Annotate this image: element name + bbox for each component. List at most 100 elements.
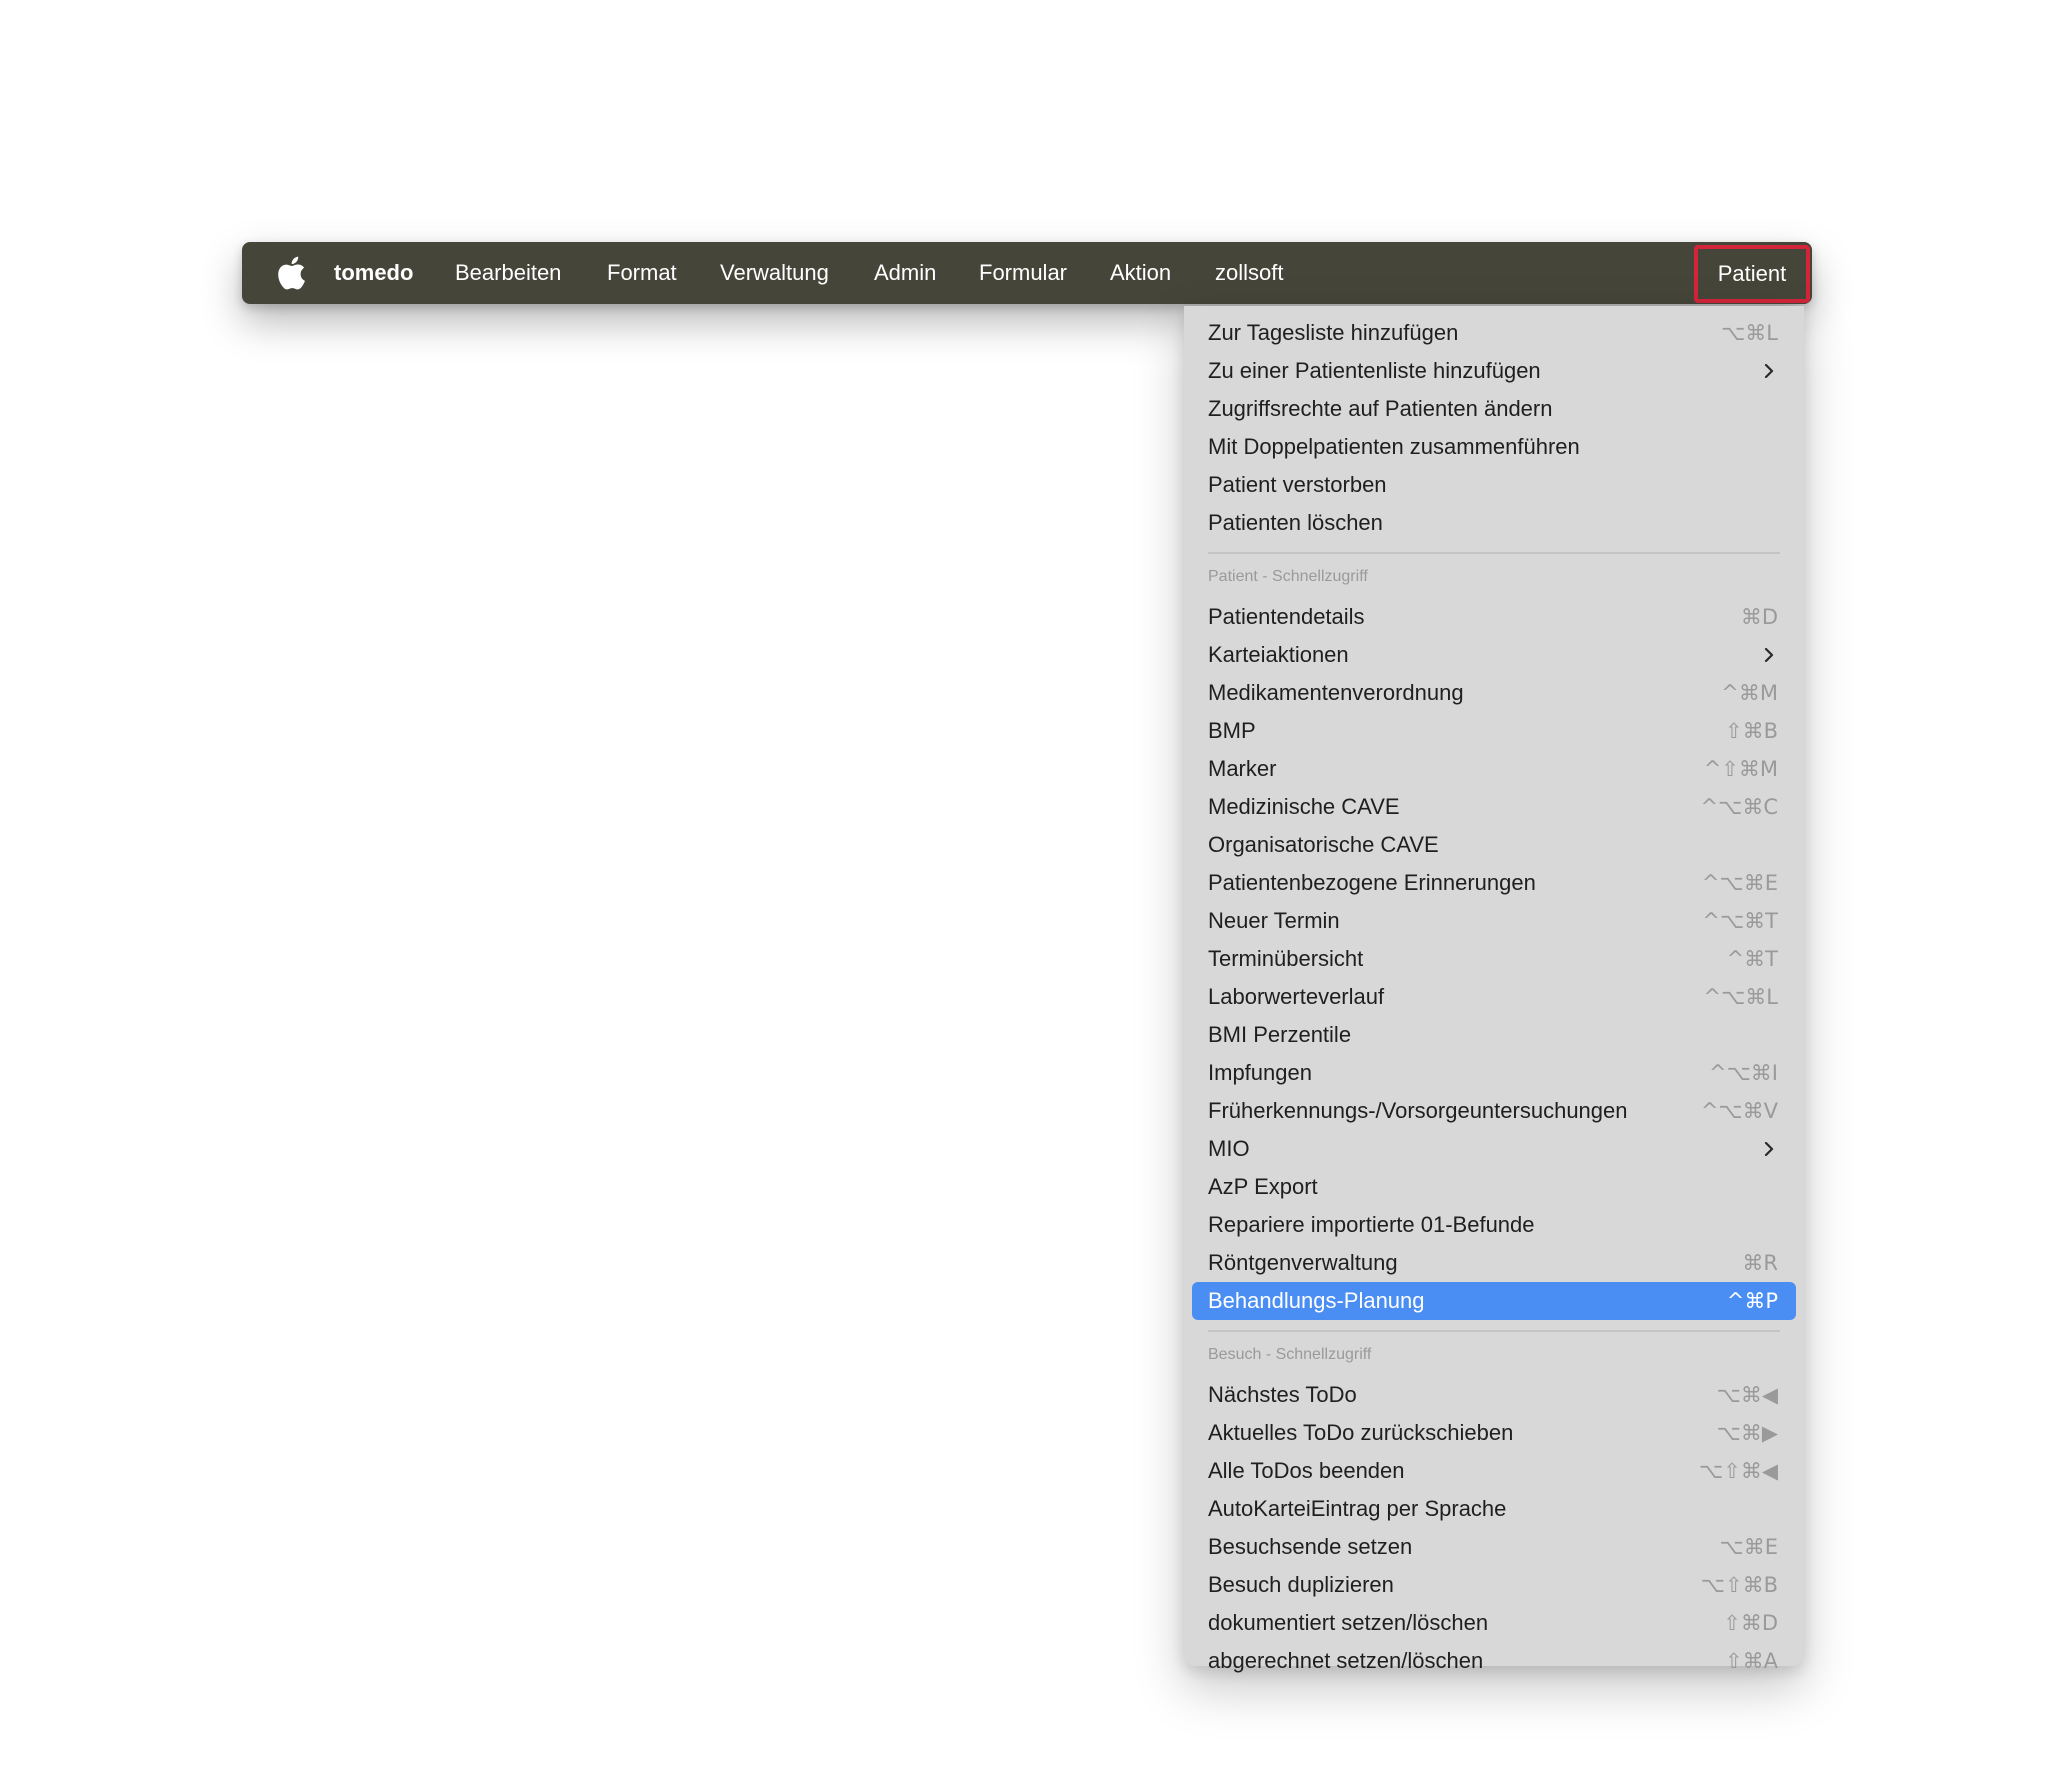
menu-item-besuch-duplizieren[interactable]: Besuch duplizieren ⌥⇧⌘B <box>1192 1566 1796 1604</box>
menu-item-roentgenverwaltung[interactable]: Röntgenverwaltung ⌘R <box>1192 1244 1796 1282</box>
menu-item-shortcut: ⌘D <box>1740 605 1778 629</box>
menu-item-mio[interactable]: MIO <box>1192 1130 1796 1168</box>
menu-item-label: Marker <box>1208 756 1277 781</box>
menu-separator <box>1208 552 1780 554</box>
menu-item-label: Terminübersicht <box>1208 946 1364 971</box>
section-header-besuch: Besuch - Schnellzugriff <box>1208 1346 1372 1363</box>
menu-separator <box>1208 1330 1780 1332</box>
menu-item-autokarteieintrag[interactable]: AutoKarteiEintrag per Sprache <box>1192 1490 1796 1528</box>
menu-admin[interactable]: Admin <box>874 242 936 304</box>
menu-app-tomedo[interactable]: tomedo <box>334 242 413 304</box>
menu-item-shortcut: ⌥⌘◀ <box>1716 1383 1778 1407</box>
menu-item-alle-todos-beenden[interactable]: Alle ToDos beenden ⌥⇧⌘◀ <box>1192 1452 1796 1490</box>
menu-item-shortcut: ⌥⇧⌘B <box>1700 1573 1778 1597</box>
menu-item-label: Impfungen <box>1208 1060 1312 1085</box>
menu-item-zur-tagesliste[interactable]: Zur Tagesliste hinzufügen ⌥⌘L <box>1192 314 1796 352</box>
menu-item-vorsorgeuntersuchungen[interactable]: Früherkennungs-/Vorsorgeuntersuchungen ^… <box>1192 1092 1796 1130</box>
menu-item-dokumentiert[interactable]: dokumentiert setzen/löschen ⇧⌘D <box>1192 1604 1796 1642</box>
chevron-right-icon <box>1764 364 1774 378</box>
menu-bearbeiten[interactable]: Bearbeiten <box>455 242 561 304</box>
menu-item-shortcut: ⌥⌘L <box>1721 321 1778 345</box>
menu-item-laborwerteverlauf[interactable]: Laborwerteverlauf ^⌥⌘L <box>1192 978 1796 1016</box>
menu-item-shortcut: ⇧⌘A <box>1725 1649 1778 1673</box>
apple-logo-icon[interactable] <box>276 255 306 291</box>
menu-item-shortcut: ^⌥⌘L <box>1703 985 1779 1009</box>
menu-item-label: Laborwerteverlauf <box>1208 984 1385 1009</box>
menu-item-label: Patientendetails <box>1208 604 1365 629</box>
menu-item-label: BMI Perzentile <box>1208 1022 1352 1047</box>
chevron-right-icon <box>1764 1142 1774 1156</box>
menu-format[interactable]: Format <box>607 242 677 304</box>
menu-item-doppelpatienten[interactable]: Mit Doppelpatienten zusammenführen <box>1192 428 1796 466</box>
menu-item-label: Medikamentenverordnung <box>1208 680 1464 705</box>
menu-item-patient-verstorben[interactable]: Patient verstorben <box>1192 466 1796 504</box>
menu-item-label: Mit Doppelpatienten zusammenführen <box>1208 434 1580 459</box>
menu-item-label: AzP Export <box>1208 1174 1318 1199</box>
menu-item-shortcut: ^⌥⌘V <box>1700 1099 1778 1123</box>
section-header-patient: Patient - Schnellzugriff <box>1208 568 1368 585</box>
menu-bar: tomedo Bearbeiten Format Verwaltung Admi… <box>242 242 1812 304</box>
menu-item-shortcut: ^⌥⌘I <box>1709 1061 1778 1085</box>
menu-item-shortcut: ⇧⌘D <box>1723 1611 1778 1635</box>
menu-item-patienten-loeschen[interactable]: Patienten löschen <box>1192 504 1796 542</box>
menu-item-label: Karteiaktionen <box>1208 642 1349 667</box>
menu-item-bmp[interactable]: BMP ⇧⌘B <box>1192 712 1796 750</box>
menu-item-label: Zu einer Patientenliste hinzufügen <box>1208 358 1541 383</box>
menu-item-todo-zurueckschieben[interactable]: Aktuelles ToDo zurückschieben ⌥⌘▶ <box>1192 1414 1796 1452</box>
menu-item-bmi-perzentile[interactable]: BMI Perzentile <box>1192 1016 1796 1054</box>
menu-item-label: AutoKarteiEintrag per Sprache <box>1208 1496 1507 1521</box>
menu-item-label: Repariere importierte 01-Befunde <box>1208 1212 1535 1237</box>
menu-item-organisatorische-cave[interactable]: Organisatorische CAVE <box>1192 826 1796 864</box>
menu-item-label: Patient verstorben <box>1208 472 1387 497</box>
menu-item-shortcut: ⌘R <box>1742 1251 1778 1275</box>
menu-item-label: Patientenbezogene Erinnerungen <box>1208 870 1536 895</box>
menu-item-patientenliste[interactable]: Zu einer Patientenliste hinzufügen <box>1192 352 1796 390</box>
menu-item-besuchsende-setzen[interactable]: Besuchsende setzen ⌥⌘E <box>1192 1528 1796 1566</box>
menu-item-label: Alle ToDos beenden <box>1208 1458 1405 1483</box>
menu-item-shortcut: ^⌘T <box>1726 947 1778 971</box>
menu-item-label: MIO <box>1208 1136 1250 1161</box>
menu-item-terminuebersicht[interactable]: Terminübersicht ^⌘T <box>1192 940 1796 978</box>
menu-aktion[interactable]: Aktion <box>1110 242 1171 304</box>
menu-item-label: Früherkennungs-/Vorsorgeuntersuchungen <box>1208 1098 1628 1123</box>
menu-item-shortcut: ⌥⌘▶ <box>1716 1421 1778 1445</box>
menu-item-shortcut: ^⇧⌘M <box>1703 757 1778 781</box>
menu-item-label: Behandlungs-Planung <box>1208 1288 1425 1313</box>
menu-item-label: Aktuelles ToDo zurückschieben <box>1208 1420 1514 1445</box>
menu-item-azp-export[interactable]: AzP Export <box>1192 1168 1796 1206</box>
menu-item-shortcut: ^⌥⌘E <box>1701 871 1778 895</box>
menu-item-medikamentenverordnung[interactable]: Medikamentenverordnung ^⌘M <box>1192 674 1796 712</box>
chevron-right-icon <box>1764 648 1774 662</box>
menu-item-label: dokumentiert setzen/löschen <box>1208 1610 1489 1635</box>
menu-item-label: Zur Tagesliste hinzufügen <box>1208 320 1459 345</box>
menu-item-label: Nächstes ToDo <box>1208 1382 1357 1407</box>
menu-patient-active[interactable]: Patient <box>1694 245 1810 303</box>
menu-item-medizinische-cave[interactable]: Medizinische CAVE ^⌥⌘C <box>1192 788 1796 826</box>
menu-verwaltung[interactable]: Verwaltung <box>720 242 829 304</box>
menu-item-label: Patienten löschen <box>1208 510 1383 535</box>
menu-item-naechstes-todo[interactable]: Nächstes ToDo ⌥⌘◀ <box>1192 1376 1796 1414</box>
menu-item-shortcut: ^⌘P <box>1726 1289 1778 1313</box>
menu-item-repariere-befunde[interactable]: Repariere importierte 01-Befunde <box>1192 1206 1796 1244</box>
menu-zollsoft[interactable]: zollsoft <box>1215 242 1283 304</box>
menu-formular[interactable]: Formular <box>979 242 1067 304</box>
menu-item-shortcut: ⌥⇧⌘◀ <box>1699 1459 1778 1483</box>
menu-item-karteiaktionen[interactable]: Karteiaktionen <box>1192 636 1796 674</box>
menu-item-erinnerungen[interactable]: Patientenbezogene Erinnerungen ^⌥⌘E <box>1192 864 1796 902</box>
menu-item-label: Medizinische CAVE <box>1208 794 1400 819</box>
menu-item-label: Besuchsende setzen <box>1208 1534 1413 1559</box>
menu-item-zugriffsrechte[interactable]: Zugriffsrechte auf Patienten ändern <box>1192 390 1796 428</box>
menu-item-shortcut: ^⌥⌘T <box>1702 909 1778 933</box>
menu-item-neuer-termin[interactable]: Neuer Termin ^⌥⌘T <box>1192 902 1796 940</box>
menu-item-label: abgerechnet setzen/löschen <box>1208 1648 1484 1673</box>
menu-item-label: Zugriffsrechte auf Patienten ändern <box>1208 396 1553 421</box>
menu-item-label: Besuch duplizieren <box>1208 1572 1394 1597</box>
menu-item-patientendetails[interactable]: Patientendetails ⌘D <box>1192 598 1796 636</box>
menu-item-behandlungs-planung[interactable]: Behandlungs-Planung ^⌘P <box>1192 1282 1796 1320</box>
menu-item-shortcut: ⇧⌘B <box>1724 719 1778 743</box>
menu-item-impfungen[interactable]: Impfungen ^⌥⌘I <box>1192 1054 1796 1092</box>
menu-item-marker[interactable]: Marker ^⇧⌘M <box>1192 750 1796 788</box>
menu-item-abgerechnet[interactable]: abgerechnet setzen/löschen ⇧⌘A <box>1192 1642 1796 1680</box>
menu-item-label: Organisatorische CAVE <box>1208 832 1439 857</box>
menu-item-label: Neuer Termin <box>1208 908 1340 933</box>
